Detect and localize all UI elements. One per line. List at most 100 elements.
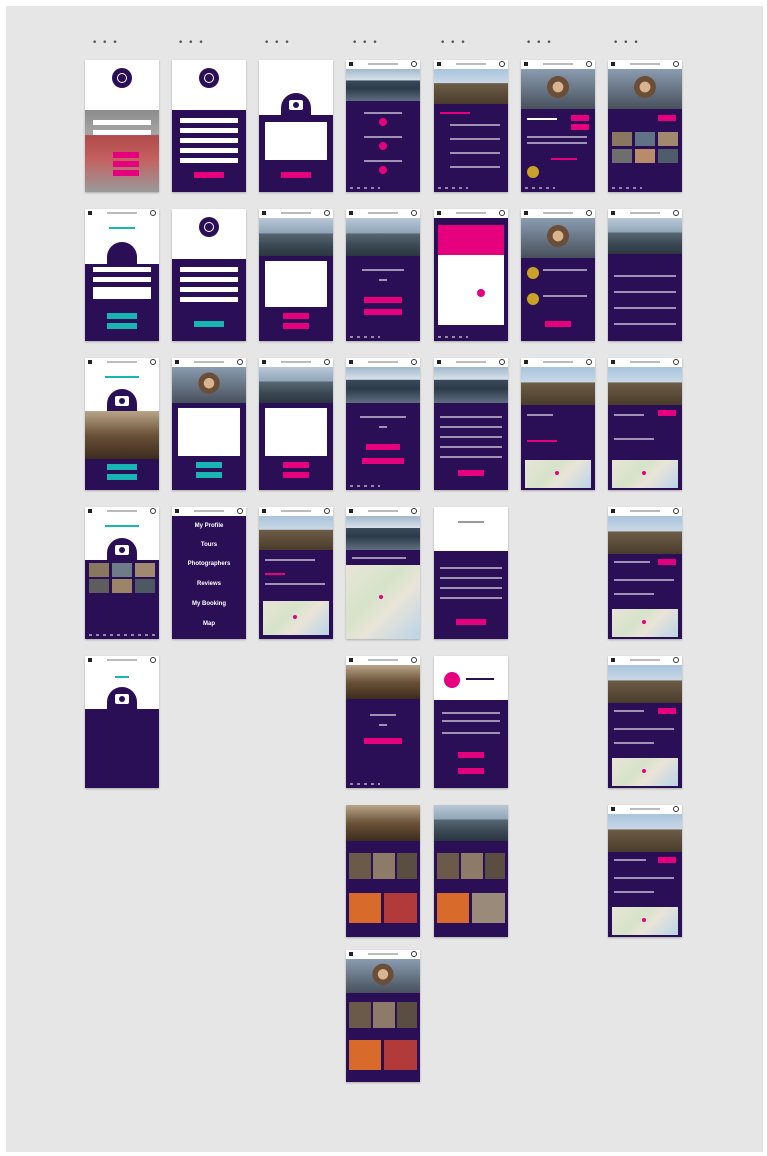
form-field[interactable] <box>180 118 238 123</box>
gallery-thumb[interactable] <box>112 563 132 577</box>
map-view[interactable] <box>612 460 678 488</box>
gallery-thumb[interactable] <box>384 893 417 923</box>
gallery-thumb[interactable] <box>349 893 381 923</box>
gallery-thumb[interactable] <box>461 853 483 879</box>
form-field[interactable] <box>93 277 151 282</box>
menu-item-reviews[interactable]: Reviews <box>172 581 246 587</box>
book-button[interactable] <box>658 857 676 863</box>
logout-button[interactable] <box>107 474 137 480</box>
gallery-thumb[interactable] <box>397 853 417 879</box>
artboard-menu-marker[interactable]: • • • <box>264 38 291 48</box>
primary-button[interactable] <box>283 313 309 319</box>
bottom-nav[interactable] <box>438 187 468 189</box>
gallery-thumb[interactable] <box>658 149 678 163</box>
hamburger-icon[interactable] <box>349 62 353 66</box>
form-field[interactable] <box>180 128 238 133</box>
price-row[interactable] <box>614 291 676 293</box>
bottom-nav[interactable] <box>89 634 155 636</box>
option-card[interactable] <box>265 261 327 307</box>
screen-tour-options-card[interactable] <box>259 209 333 341</box>
form-field[interactable] <box>180 277 238 282</box>
list-item[interactable] <box>450 166 500 168</box>
artboard-menu-marker[interactable]: • • • <box>352 38 379 48</box>
gallery-thumb[interactable] <box>635 132 655 146</box>
submit-button[interactable] <box>194 321 224 327</box>
book-button[interactable] <box>458 470 484 476</box>
screen-date-picker[interactable] <box>434 209 508 341</box>
screen-profile-gallery[interactable] <box>85 507 159 639</box>
menu-item-my-booking[interactable]: My Booking <box>172 601 246 607</box>
artboard-menu-marker[interactable]: • • • <box>178 38 205 48</box>
screen-attraction-detail-4[interactable] <box>608 805 682 937</box>
gallery-thumb[interactable] <box>89 579 109 593</box>
hamburger-icon[interactable] <box>349 509 353 513</box>
bottom-nav[interactable] <box>350 336 380 338</box>
book-button[interactable] <box>658 115 676 121</box>
screen-attraction-map[interactable] <box>521 358 595 490</box>
primary-button[interactable] <box>283 462 309 468</box>
list-item[interactable] <box>450 124 500 126</box>
edit-button[interactable] <box>107 464 137 470</box>
hamburger-icon[interactable] <box>611 211 615 215</box>
screen-gallery-cta[interactable] <box>346 656 420 788</box>
gallery-thumb[interactable] <box>472 893 505 923</box>
screen-home-options[interactable] <box>346 60 420 192</box>
gallery-thumb[interactable] <box>349 853 371 879</box>
login-field[interactable] <box>93 120 151 125</box>
screen-signup-form[interactable] <box>172 60 246 192</box>
guest-button[interactable] <box>113 170 139 176</box>
dropdown-label[interactable] <box>352 557 406 559</box>
text-area[interactable] <box>265 122 327 160</box>
price-row[interactable] <box>614 323 676 325</box>
screen-reviews[interactable] <box>521 209 595 341</box>
secondary-button[interactable] <box>283 472 309 478</box>
login-button[interactable] <box>113 152 139 158</box>
gallery-thumb[interactable] <box>658 132 678 146</box>
screen-my-profile[interactable] <box>85 358 159 490</box>
hamburger-icon[interactable] <box>611 62 615 66</box>
camera-icon[interactable] <box>115 396 129 406</box>
form-field[interactable] <box>180 138 238 143</box>
book-button[interactable] <box>571 115 589 121</box>
map-view[interactable] <box>263 601 329 635</box>
gallery-thumb[interactable] <box>373 1002 395 1028</box>
gallery-thumb[interactable] <box>612 149 632 163</box>
price-row[interactable] <box>614 275 676 277</box>
screen-attraction-detail-2[interactable] <box>608 507 682 639</box>
gallery-thumb[interactable] <box>437 853 459 879</box>
signup-button[interactable] <box>107 323 137 329</box>
screen-booking-card[interactable] <box>172 358 246 490</box>
screen-tour-list[interactable] <box>434 60 508 192</box>
gallery-thumb[interactable] <box>135 563 155 577</box>
hamburger-icon[interactable] <box>88 211 92 215</box>
screen-booking-success[interactable] <box>434 656 508 788</box>
artboard-menu-marker[interactable]: • • • <box>92 38 119 48</box>
bottom-nav[interactable] <box>612 187 642 189</box>
hamburger-icon[interactable] <box>611 509 615 513</box>
book-button[interactable] <box>658 410 676 416</box>
hamburger-icon[interactable] <box>262 211 266 215</box>
book-button[interactable] <box>658 708 676 714</box>
artboard-menu-marker[interactable]: • • • <box>613 38 640 48</box>
screen-find-tour[interactable] <box>346 209 420 341</box>
hamburger-icon[interactable] <box>524 360 528 364</box>
hamburger-icon[interactable] <box>349 211 353 215</box>
primary-button[interactable] <box>458 752 484 758</box>
map-view[interactable] <box>612 609 678 637</box>
screen-price-list[interactable] <box>608 209 682 341</box>
primary-button[interactable] <box>366 444 400 450</box>
screen-attraction-detail[interactable] <box>608 358 682 490</box>
menu-item-my-profile[interactable]: My Profile <box>172 523 246 529</box>
chevron-down-icon[interactable] <box>379 426 387 428</box>
gallery-thumb[interactable] <box>612 132 632 146</box>
hamburger-icon[interactable] <box>175 360 179 364</box>
message-button[interactable] <box>571 124 589 130</box>
hamburger-icon[interactable] <box>349 360 353 364</box>
hamburger-icon[interactable] <box>524 211 528 215</box>
filter-chip[interactable] <box>265 573 285 575</box>
form-field[interactable] <box>180 267 238 272</box>
calendar-grid[interactable] <box>438 255 504 325</box>
bottom-nav[interactable] <box>350 783 380 785</box>
screen-choose-tour-by[interactable] <box>346 358 420 490</box>
camera-icon[interactable] <box>115 545 129 555</box>
